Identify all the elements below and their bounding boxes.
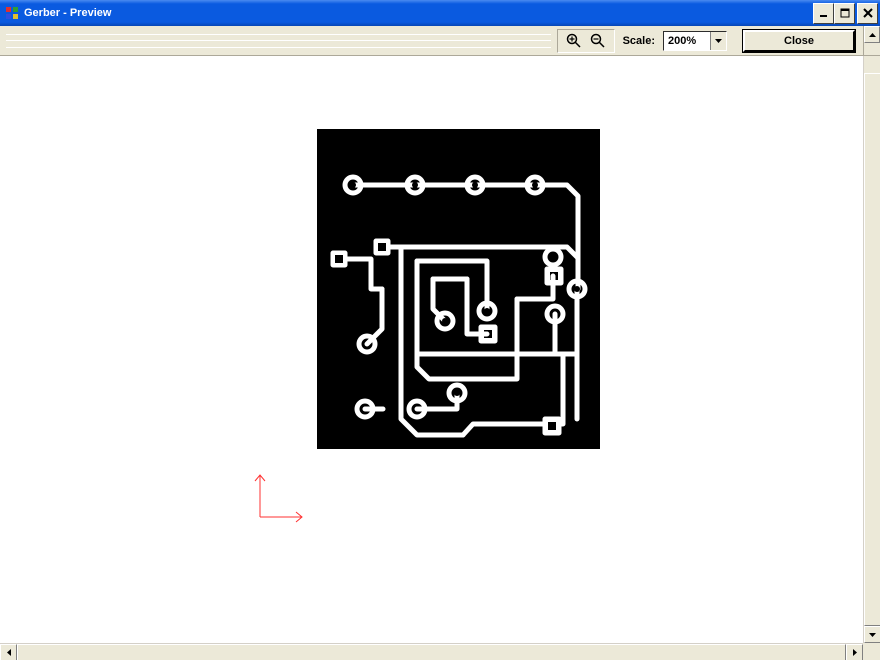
close-button[interactable]: Close <box>743 30 855 52</box>
zoom-out-button[interactable] <box>588 31 608 51</box>
gerber-board <box>317 129 600 449</box>
close-button-label: Close <box>784 35 814 47</box>
scale-value: 200% <box>664 35 710 47</box>
window-close-button[interactable] <box>857 3 878 24</box>
vertical-scroll-thumb[interactable] <box>864 73 880 626</box>
maximize-button[interactable] <box>834 3 855 24</box>
app-icon <box>4 5 20 21</box>
scroll-down-button[interactable] <box>864 626 880 643</box>
window-title: Gerber - Preview <box>24 7 813 19</box>
title-bar: Gerber - Preview <box>0 0 880 26</box>
scroll-up-button-top[interactable] <box>864 26 880 43</box>
window-controls <box>813 3 880 24</box>
toolbar-right-edge <box>863 26 880 55</box>
client-area <box>0 56 880 660</box>
vertical-scrollbar[interactable] <box>863 56 880 643</box>
horizontal-scroll-thumb[interactable] <box>17 644 846 660</box>
dropdown-arrow-icon <box>710 32 726 50</box>
scale-group: Scale: 200% <box>615 29 735 53</box>
scroll-corner <box>863 643 880 660</box>
scale-label: Scale: <box>623 35 655 47</box>
horizontal-scrollbar[interactable] <box>0 643 863 660</box>
scroll-right-button[interactable] <box>846 644 863 660</box>
zoom-tool-group <box>557 29 615 53</box>
zoom-in-button[interactable] <box>564 31 584 51</box>
scale-select[interactable]: 200% <box>663 31 727 51</box>
toolbar: Scale: 200% Close <box>0 26 880 56</box>
scroll-left-button[interactable] <box>0 644 17 660</box>
pcb-traces <box>317 129 600 449</box>
origin-axes-icon <box>248 469 308 529</box>
toolbar-gripper <box>6 34 551 48</box>
minimize-button[interactable] <box>813 3 834 24</box>
preview-canvas[interactable] <box>0 56 863 643</box>
